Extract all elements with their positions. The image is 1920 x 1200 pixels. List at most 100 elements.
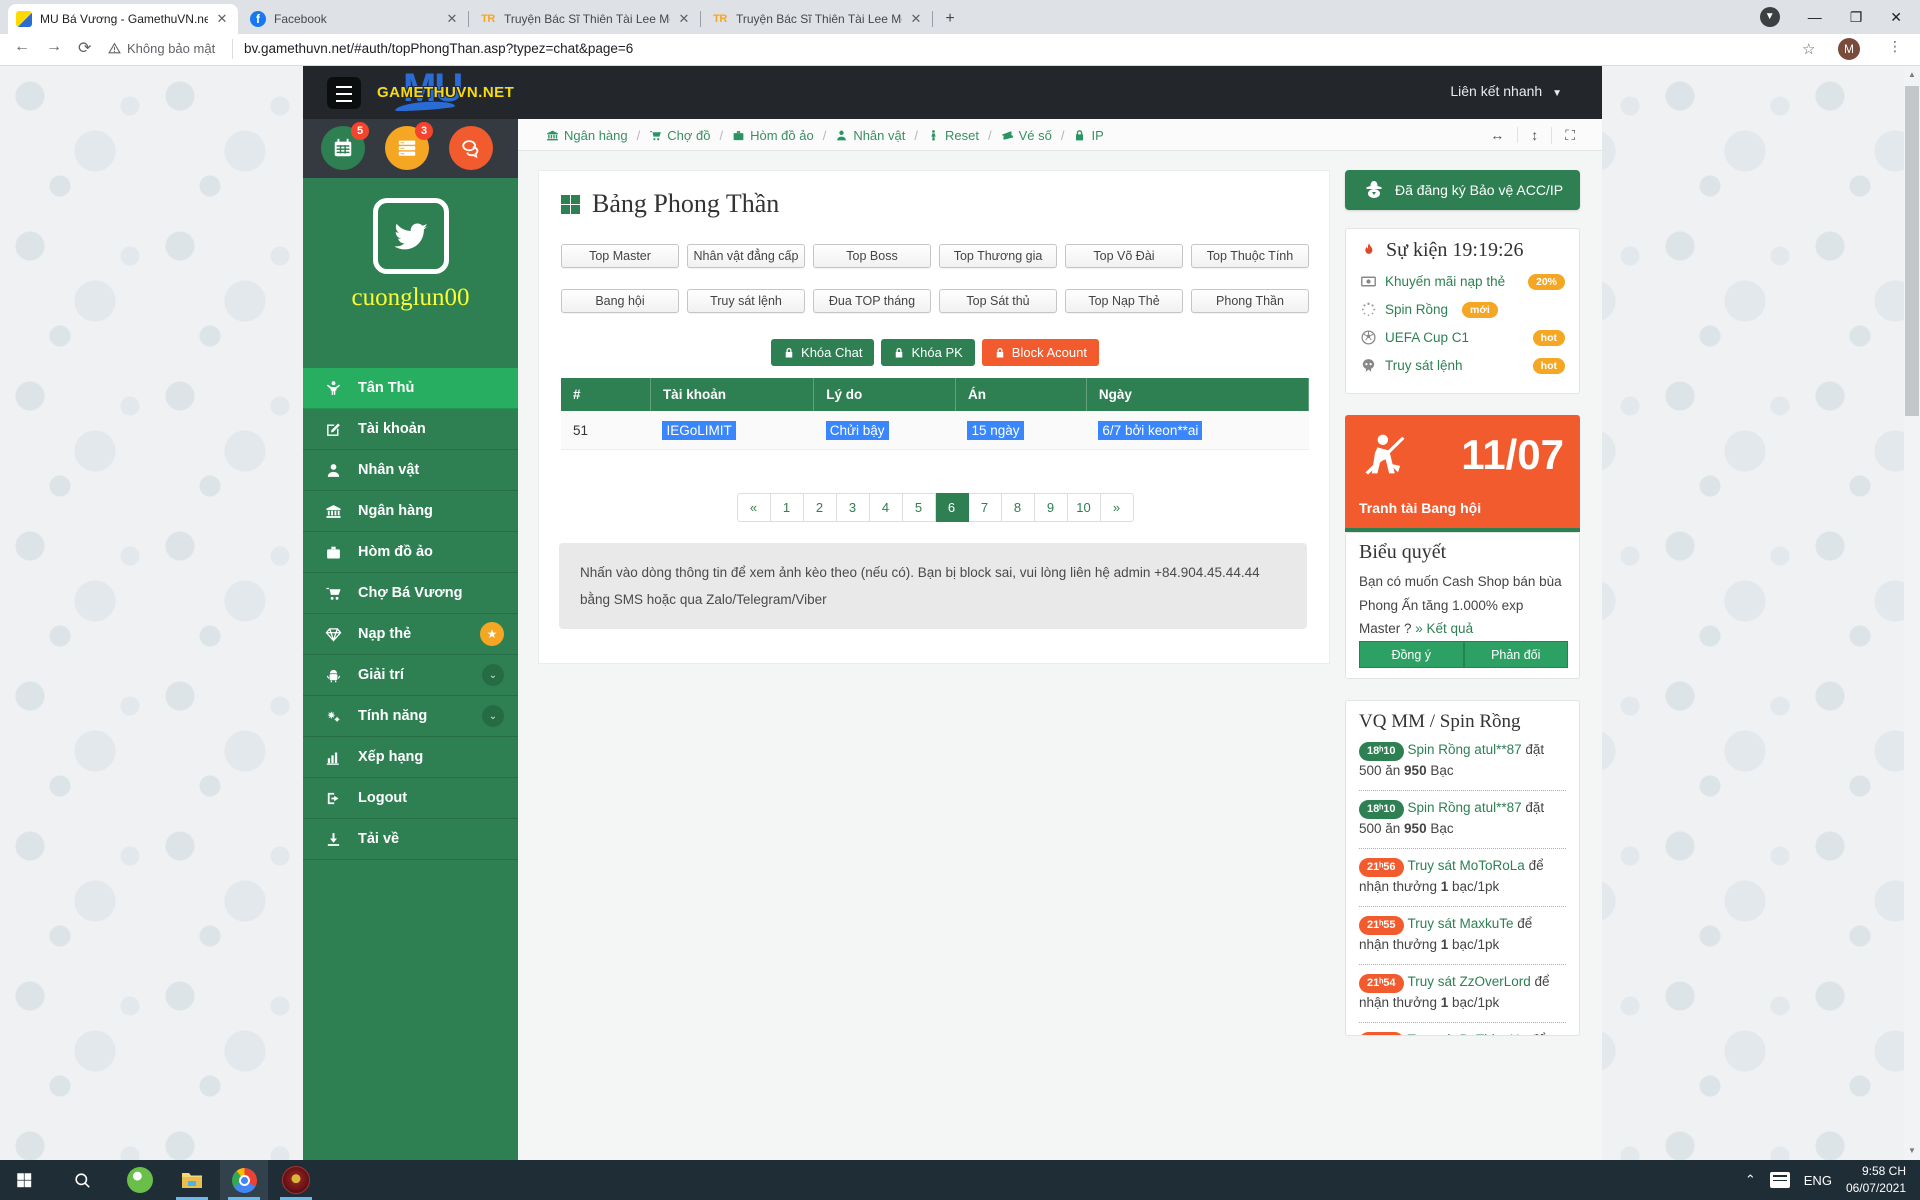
action-button-khóa-chat[interactable]: Khóa Chat <box>771 339 874 366</box>
sidebar-item-3[interactable]: Nhân vật <box>303 450 518 491</box>
table-row[interactable]: 51IEGoLIMITChửi bậy15 ngày6/7 bởi keon**… <box>561 411 1309 450</box>
vote-disagree-button[interactable]: Phản đối <box>1464 641 1569 668</box>
rank-tab-button[interactable]: Phong Thần <box>1191 289 1309 313</box>
forward-icon[interactable]: → <box>46 38 62 56</box>
reload-icon[interactable]: ⟳ <box>78 38 91 58</box>
event-item[interactable]: UEFA Cup C1hot <box>1360 329 1565 346</box>
close-button[interactable]: ✕ <box>1890 9 1902 26</box>
event-date-card[interactable]: 11/07 Tranh tài Bang hội <box>1345 415 1580 528</box>
event-item[interactable]: Truy sát lệnhhot <box>1360 357 1565 374</box>
site-logo[interactable]: MU GAMETHUVN.NET <box>377 72 597 114</box>
rank-tab-button[interactable]: Top Thuộc Tính <box>1191 244 1309 268</box>
taskbar-chrome-button[interactable] <box>220 1160 268 1200</box>
chevron-down-icon[interactable]: ⌄ <box>482 664 504 686</box>
feed-item[interactable]: 21ʰ56Truy sát MoToRoLa để nhận thưởng 1 … <box>1359 849 1566 907</box>
url-text[interactable]: bv.gamethuvn.net/#auth/topPhongThan.asp?… <box>244 41 633 56</box>
rank-tab-button[interactable]: Bang hội <box>561 289 679 313</box>
page-button-10[interactable]: 10 <box>1068 493 1101 522</box>
acc-protect-button[interactable]: Đã đăng ký Bảo vệ ACC/IP <box>1345 170 1580 210</box>
security-indicator[interactable]: Không bảo mật <box>108 41 215 56</box>
action-button-block-acount[interactable]: Block Acount <box>982 339 1099 366</box>
browser-tab[interactable]: TRTruyện Bác Sĩ Thiên Tài Lee Mooj✕ <box>472 4 700 34</box>
sidebar-item-12[interactable]: Tải về <box>303 819 518 860</box>
rank-tab-button[interactable]: Top Võ Đài <box>1065 244 1183 268</box>
resize-horizontal-icon[interactable]: ↔ <box>1477 127 1517 143</box>
profile-avatar[interactable]: M <box>1838 38 1860 60</box>
browser-tab[interactable]: MU Bá Vương - GamethuVN.net✕ <box>8 4 238 34</box>
taskbar-mu-game-button[interactable] <box>272 1160 320 1200</box>
sidebar-item-1[interactable]: Tân Thủ <box>303 368 518 409</box>
rank-tab-button[interactable]: Nhân vật đẳng cấp <box>687 244 805 268</box>
rank-tab-button[interactable]: Top Boss <box>813 244 931 268</box>
back-icon[interactable]: ← <box>14 38 30 56</box>
rank-tab-button[interactable]: Top Sát thủ <box>939 289 1057 313</box>
tab-close-icon[interactable]: ✕ <box>214 11 230 27</box>
scrollbar-thumb[interactable] <box>1905 86 1919 416</box>
sidebar-item-10[interactable]: Xếp hạng <box>303 737 518 778</box>
taskbar-coccoc-button[interactable] <box>116 1160 164 1200</box>
calendar-button[interactable]: 5 <box>321 126 365 170</box>
start-button[interactable] <box>0 1160 48 1200</box>
browser-tab[interactable]: fFacebook✕ <box>242 4 468 34</box>
chevron-down-icon[interactable]: ⌄ <box>482 705 504 727</box>
new-tab-button[interactable]: + <box>938 7 962 31</box>
resize-vertical-icon[interactable]: ↕ <box>1517 127 1551 143</box>
info-note[interactable]: Nhấn vào dòng thông tin để xem ảnh kèo t… <box>559 543 1307 629</box>
page-button-»[interactable]: » <box>1101 493 1134 522</box>
tray-chevron-icon[interactable]: ⌃ <box>1745 1172 1756 1188</box>
feed-item[interactable]: 21ʰ53Truy sát BoThjenHa để nhận thưởng 1… <box>1359 1023 1566 1036</box>
chat-button[interactable] <box>449 126 493 170</box>
vote-agree-button[interactable]: Đồng ý <box>1359 641 1464 668</box>
tab-close-icon[interactable]: ✕ <box>908 11 924 27</box>
page-button-2[interactable]: 2 <box>804 493 837 522</box>
scroll-up-icon[interactable]: ▲ <box>1904 68 1920 82</box>
sidebar-item-11[interactable]: Logout <box>303 778 518 819</box>
breadcrumb-item[interactable]: IP <box>1073 128 1103 143</box>
rank-tab-button[interactable]: Top Master <box>561 244 679 268</box>
sidebar-item-6[interactable]: Chợ Bá Vương <box>303 573 518 614</box>
event-item[interactable]: Khuyến mãi nạp thẻ20% <box>1360 273 1565 290</box>
rank-tab-button[interactable]: Top Nạp Thẻ <box>1065 289 1183 313</box>
breadcrumb-item[interactable]: Vé số <box>1001 128 1052 143</box>
breadcrumb-item[interactable]: Nhân vật <box>835 128 905 143</box>
sidebar-item-5[interactable]: Hòm đồ ảo <box>303 532 518 573</box>
sidebar-item-7[interactable]: Nạp thẻ★ <box>303 614 518 655</box>
scrollbar[interactable]: ▲ ▼ <box>1904 66 1920 1160</box>
list-button[interactable]: 3 <box>385 126 429 170</box>
page-button-6[interactable]: 6 <box>936 493 969 522</box>
notification-icon[interactable] <box>1770 1172 1790 1188</box>
restore-button[interactable]: ❐ <box>1850 9 1863 26</box>
action-button-khóa-pk[interactable]: Khóa PK <box>881 339 974 366</box>
page-button-1[interactable]: 1 <box>771 493 804 522</box>
taskbar-explorer-button[interactable] <box>168 1160 216 1200</box>
twitter-icon[interactable] <box>373 198 449 274</box>
language-indicator[interactable]: ENG <box>1804 1173 1832 1188</box>
feed-item[interactable]: 18ʰ10Spin Rồng atul**87 đặt 500 ăn 950 B… <box>1359 791 1566 849</box>
rank-tab-button[interactable]: Truy sát lệnh <box>687 289 805 313</box>
taskbar-clock[interactable]: 9:58 CH 06/07/2021 <box>1846 1163 1906 1197</box>
feed-item[interactable]: 21ʰ54Truy sát ZzOverLord để nhận thưởng … <box>1359 965 1566 1023</box>
event-item[interactable]: Spin Rồngmới <box>1360 301 1565 318</box>
bookmark-star-icon[interactable]: ☆ <box>1802 40 1815 58</box>
rank-tab-button[interactable]: Top Thương gia <box>939 244 1057 268</box>
page-button-3[interactable]: 3 <box>837 493 870 522</box>
page-button-9[interactable]: 9 <box>1035 493 1068 522</box>
menu-dots-icon[interactable]: ⋮ <box>1888 38 1902 55</box>
page-button-7[interactable]: 7 <box>969 493 1002 522</box>
breadcrumb-item[interactable]: Hòm đồ ảo <box>732 128 814 143</box>
hamburger-menu-button[interactable] <box>327 77 361 109</box>
breadcrumb-item[interactable]: Ngân hàng <box>546 128 628 143</box>
vote-result-link[interactable]: » Kết quả <box>1415 621 1473 636</box>
taskbar-search-button[interactable] <box>58 1160 106 1200</box>
page-button-4[interactable]: 4 <box>870 493 903 522</box>
quick-links-dropdown[interactable]: Liên kết nhanh ▼ <box>1450 83 1562 99</box>
browser-tab[interactable]: TRTruyện Bác Sĩ Thiên Tài Lee Moo✕ <box>704 4 932 34</box>
tab-close-icon[interactable]: ✕ <box>676 11 692 27</box>
sidebar-item-8[interactable]: Giải trí⌄ <box>303 655 518 696</box>
feed-item[interactable]: 18ʰ10Spin Rồng atul**87 đặt 500 ăn 950 B… <box>1359 733 1566 791</box>
feed-item[interactable]: 21ʰ55Truy sát MaxkuTe để nhận thưởng 1 b… <box>1359 907 1566 965</box>
sidebar-item-2[interactable]: Tài khoản <box>303 409 518 450</box>
scroll-down-icon[interactable]: ▼ <box>1904 1144 1920 1158</box>
rank-tab-button[interactable]: Đua TOP tháng <box>813 289 931 313</box>
fullscreen-icon[interactable]: ⛶ <box>1551 127 1588 144</box>
